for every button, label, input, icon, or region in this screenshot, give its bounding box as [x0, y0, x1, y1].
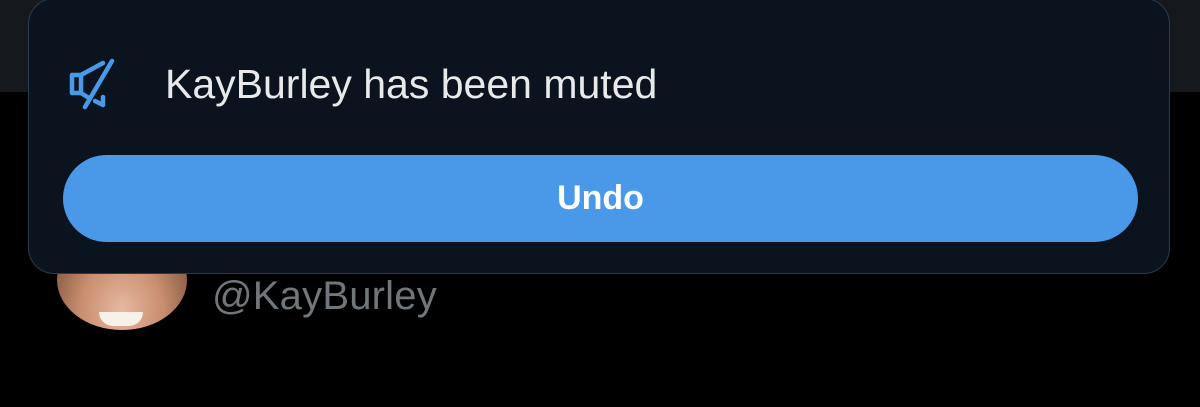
- toast-message-row: KayBurley has been muted: [69, 57, 657, 111]
- mute-toast: KayBurley has been muted Undo: [28, 0, 1170, 274]
- page: @KayBurley KayBurley has been muted Undo: [0, 0, 1200, 407]
- muted-speaker-icon: [69, 57, 115, 111]
- profile-handle: @KayBurley: [212, 274, 437, 318]
- toast-message: KayBurley has been muted: [165, 60, 658, 107]
- undo-button[interactable]: Undo: [63, 155, 1138, 242]
- avatar-smile: [99, 312, 143, 326]
